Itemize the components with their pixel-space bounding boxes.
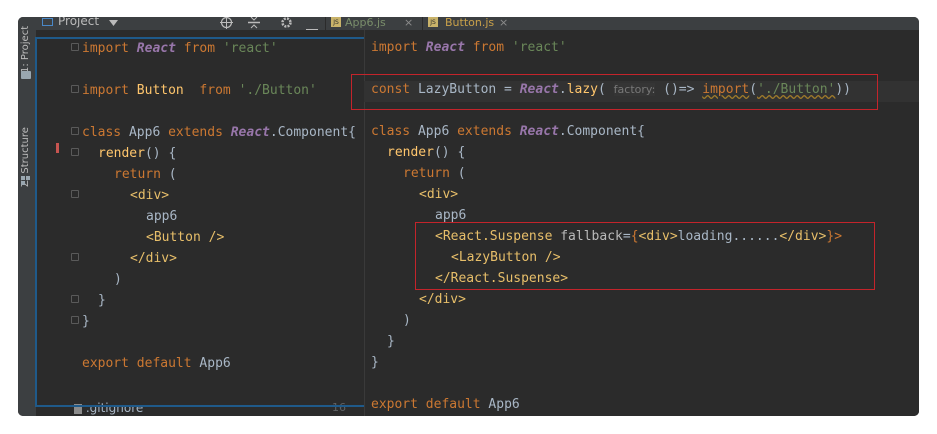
fold-marker[interactable] <box>71 316 79 324</box>
code-line: <div> <box>130 188 170 203</box>
project-icon <box>42 18 53 26</box>
project-view-label[interactable]: Project <box>58 17 99 28</box>
code-line: <React.Suspense fallback={<div>loading..… <box>435 229 843 244</box>
code-line: render() { <box>98 146 177 161</box>
file-tree-item-label: .gitignore <box>85 401 144 415</box>
code-line: ) <box>114 272 122 287</box>
code-line: import React from 'react' <box>371 40 567 55</box>
code-line: </div> <box>419 292 466 307</box>
code-line: } <box>82 314 90 329</box>
fold-marker[interactable] <box>71 190 79 198</box>
fold-marker[interactable] <box>71 295 79 303</box>
code-line: render() { <box>387 145 466 160</box>
tab-app6-label: App6.js <box>345 17 386 29</box>
file-tree-item[interactable]: .gitignore 16 <box>74 401 394 415</box>
code-line: import Button from './Button' <box>82 83 317 98</box>
tab-app6[interactable]: JS App6.js × <box>325 17 421 30</box>
close-icon[interactable]: × <box>499 17 508 30</box>
code-line: app6 <box>146 209 178 224</box>
toolbar: Project JS App6.js × JS Button.js × <box>36 17 919 31</box>
js-file-icon: JS <box>331 17 341 27</box>
code-line: } <box>387 334 395 349</box>
fold-marker[interactable] <box>71 85 79 93</box>
code-line: return ( <box>403 166 466 181</box>
js-file-icon: JS <box>428 17 438 27</box>
fold-marker[interactable] <box>71 43 79 51</box>
code-line: ) <box>403 313 411 328</box>
code-line: import React from 'react' <box>82 41 278 56</box>
fold-marker[interactable] <box>71 148 79 156</box>
code-line: return ( <box>114 167 177 182</box>
code-line: } <box>371 355 379 370</box>
fold-marker[interactable] <box>71 253 79 261</box>
folder-icon <box>21 71 31 79</box>
code-line: <Button /> <box>146 230 225 245</box>
code-line: </div> <box>130 251 177 266</box>
project-tool-tab-label: 1: Project <box>20 25 31 73</box>
tab-button[interactable]: JS Button.js × <box>422 17 518 30</box>
code-line: <LazyButton /> <box>451 250 561 265</box>
line-number: 16 <box>332 401 346 414</box>
structure-icon <box>21 170 30 185</box>
code-line: class App6 extends React.Component{ <box>82 125 356 140</box>
close-icon[interactable]: × <box>404 17 413 30</box>
tool-window-strip: 1: Project Z: Structure <box>18 17 37 416</box>
code-line: app6 <box>435 208 467 223</box>
fold-marker[interactable] <box>71 127 79 135</box>
code-line: const LazyButton = React.lazy( factory: … <box>371 82 852 97</box>
right-code-pane: import React from 'react' const LazyButt… <box>351 30 919 416</box>
code-line: </React.Suspense> <box>435 271 569 286</box>
code-line: class App6 extends React.Component{ <box>371 124 645 139</box>
left-code-pane: import React from 'react' import Button … <box>36 30 382 416</box>
ide-window: 1: Project Z: Structure Project JS App6.… <box>18 17 919 416</box>
code-line: export default App6 <box>371 397 520 412</box>
override-marker-icon <box>56 143 59 153</box>
code-line: <div> <box>419 187 459 202</box>
chevron-down-icon[interactable] <box>109 17 118 30</box>
code-line: export default App6 <box>82 356 231 371</box>
code-line: } <box>98 293 106 308</box>
tab-button-label: Button.js <box>445 17 495 29</box>
file-icon <box>74 403 82 414</box>
